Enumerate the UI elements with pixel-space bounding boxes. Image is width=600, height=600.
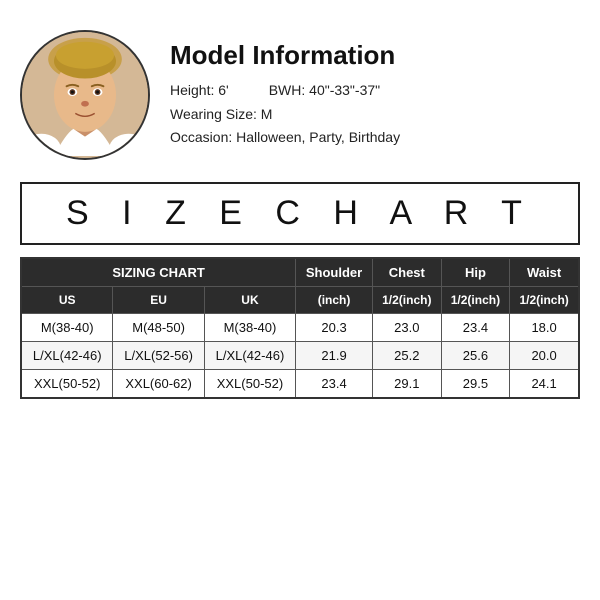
table-cell: 20.3 — [296, 314, 373, 342]
table-cell: 21.9 — [296, 342, 373, 370]
occasion-label: Occasion: Halloween, Party, Birthday — [170, 129, 400, 145]
height-label: Height: 6' — [170, 79, 229, 103]
size-chart-header: S I Z E C H A R T — [20, 182, 580, 245]
table-cell: XXL(60-62) — [113, 370, 204, 399]
table-cell: M(38-40) — [21, 314, 113, 342]
shoulder-unit-header: (inch) — [296, 287, 373, 314]
hip-unit-header: 1/2(inch) — [441, 287, 510, 314]
model-details: Height: 6' BWH: 40"-33"-37" Wearing Size… — [170, 79, 580, 150]
table-cell: XXL(50-52) — [204, 370, 295, 399]
uk-header: UK — [204, 287, 295, 314]
waist-unit-header: 1/2(inch) — [510, 287, 579, 314]
eu-header: EU — [113, 287, 204, 314]
table-cell: 23.0 — [372, 314, 441, 342]
table-cell: M(48-50) — [113, 314, 204, 342]
table-cell: XXL(50-52) — [21, 370, 113, 399]
chest-col-header: Chest — [372, 258, 441, 287]
model-title: Model Information — [170, 40, 580, 71]
sizing-table: SIZING CHART Shoulder Chest Hip Waist US… — [20, 257, 580, 399]
sizing-chart-col-header: SIZING CHART — [21, 258, 296, 287]
avatar — [20, 30, 150, 160]
table-cell: 29.5 — [441, 370, 510, 399]
page-container: Model Information Height: 6' BWH: 40"-33… — [0, 0, 600, 600]
table-cell: 23.4 — [296, 370, 373, 399]
hip-col-header: Hip — [441, 258, 510, 287]
table-cell: 20.0 — [510, 342, 579, 370]
table-cell: 24.1 — [510, 370, 579, 399]
table-cell: L/XL(52-56) — [113, 342, 204, 370]
table-cell: 29.1 — [372, 370, 441, 399]
table-cell: 18.0 — [510, 314, 579, 342]
table-cell: 25.6 — [441, 342, 510, 370]
table-cell: L/XL(42-46) — [21, 342, 113, 370]
model-section: Model Information Height: 6' BWH: 40"-33… — [20, 20, 580, 170]
table-row: L/XL(42-46)L/XL(52-56)L/XL(42-46)21.925.… — [21, 342, 579, 370]
wearing-label: Wearing Size: M — [170, 106, 272, 122]
table-cell: 25.2 — [372, 342, 441, 370]
table-cell: L/XL(42-46) — [204, 342, 295, 370]
chest-unit-header: 1/2(inch) — [372, 287, 441, 314]
us-header: US — [21, 287, 113, 314]
shoulder-col-header: Shoulder — [296, 258, 373, 287]
table-cell: M(38-40) — [204, 314, 295, 342]
waist-col-header: Waist — [510, 258, 579, 287]
table-row: XXL(50-52)XXL(60-62)XXL(50-52)23.429.129… — [21, 370, 579, 399]
bwh-label: BWH: 40"-33"-37" — [269, 79, 380, 103]
table-row: M(38-40)M(48-50)M(38-40)20.323.023.418.0 — [21, 314, 579, 342]
model-info: Model Information Height: 6' BWH: 40"-33… — [170, 40, 580, 150]
table-cell: 23.4 — [441, 314, 510, 342]
